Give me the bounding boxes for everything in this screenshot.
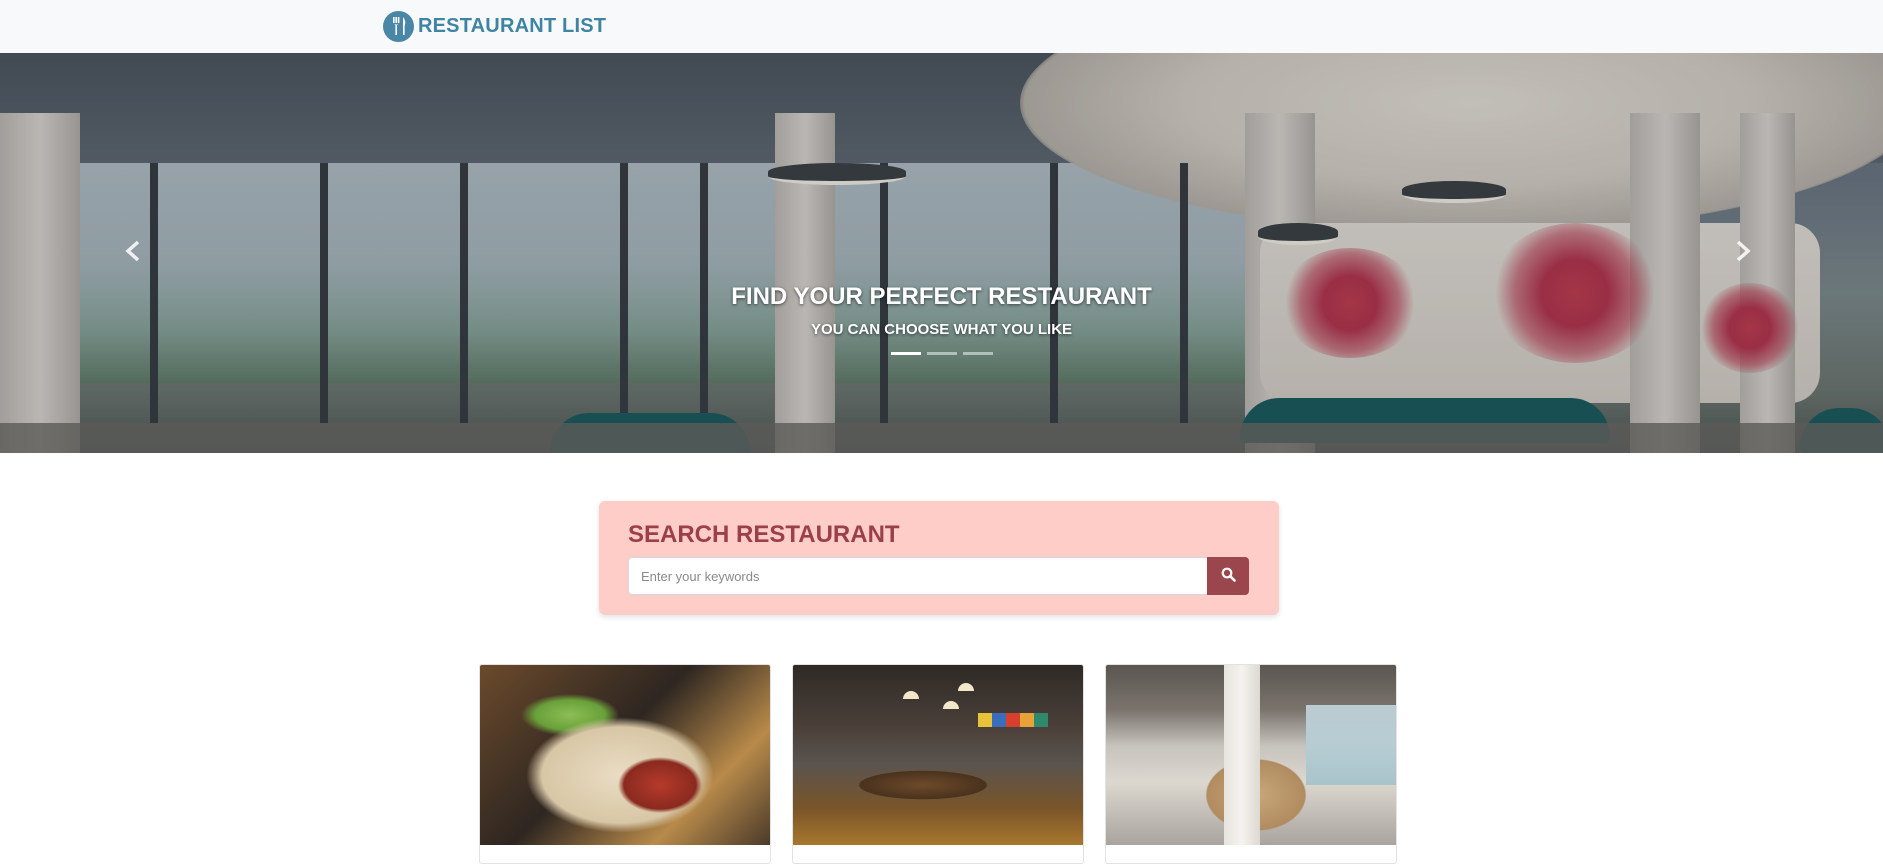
search-title: SEARCH RESTAURANT [628, 521, 900, 548]
restaurant-card[interactable] [1105, 664, 1397, 864]
chevron-left-icon[interactable] [118, 233, 148, 273]
brand-label: RESTAURANT LIST [418, 14, 607, 37]
carousel-indicator-1[interactable] [891, 352, 921, 355]
hero-title: FIND YOUR PERFECT RESTAURANT [731, 283, 1152, 310]
restaurant-card[interactable] [792, 664, 1084, 864]
utensils-icon [383, 10, 414, 42]
restaurant-card-image[interactable] [793, 665, 1083, 845]
chevron-right-icon[interactable] [1728, 233, 1758, 273]
search-button[interactable] [1207, 557, 1249, 595]
hero-carousel: FIND YOUR PERFECT RESTAURANT YOU CAN CHO… [0, 53, 1883, 453]
carousel-indicators [888, 352, 996, 358]
carousel-indicator-2[interactable] [927, 352, 957, 355]
navbar: RESTAURANT LIST [0, 0, 1883, 53]
search-icon [1221, 567, 1236, 585]
restaurant-card-image[interactable] [480, 665, 770, 845]
hero-subtitle: YOU CAN CHOOSE WHAT YOU LIKE [810, 321, 1073, 338]
brand-link[interactable]: RESTAURANT LIST [383, 10, 606, 42]
search-input[interactable] [628, 557, 1207, 595]
carousel-indicator-3[interactable] [963, 352, 993, 355]
search-panel: SEARCH RESTAURANT [599, 501, 1279, 615]
restaurant-card[interactable] [479, 664, 771, 864]
